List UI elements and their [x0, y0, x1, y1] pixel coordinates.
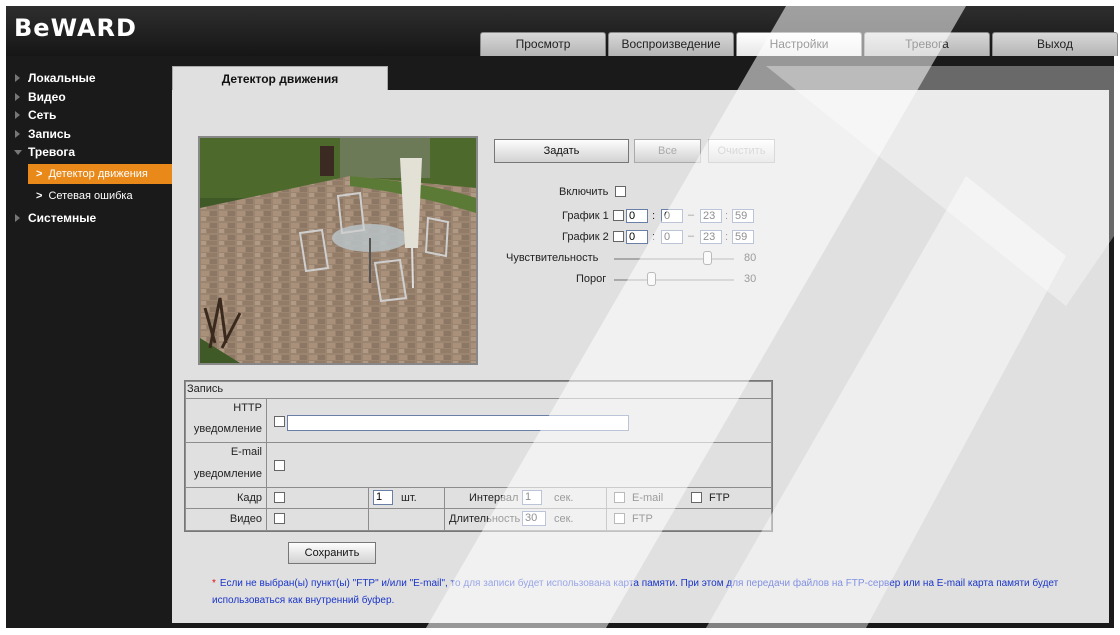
- duration-unit: сек.: [554, 513, 574, 525]
- chevron-right-icon: >: [36, 167, 43, 180]
- threshold-slider-track[interactable]: [614, 279, 734, 281]
- schedule2-end-minute[interactable]: 59: [732, 230, 754, 244]
- schedule2-label: График 2: [562, 231, 609, 243]
- content-panel: Задать Все Очистить Включить График 1 0 …: [172, 90, 1109, 623]
- chevron-right-icon: >: [36, 189, 43, 202]
- range-dash: –: [688, 209, 695, 221]
- schedule1-checkbox[interactable]: [613, 210, 624, 221]
- http-notify-url-input[interactable]: [287, 415, 629, 431]
- threshold-slider-handle[interactable]: [647, 272, 657, 286]
- save-button[interactable]: Сохранить: [288, 542, 376, 564]
- clear-button[interactable]: Очистить: [708, 139, 775, 163]
- interval-label: Интервал: [469, 492, 519, 504]
- schedule1-start-hour[interactable]: 0: [626, 209, 648, 223]
- video-empty-cell: [368, 508, 445, 531]
- colon-sep: :: [725, 210, 729, 222]
- frame-checkbox[interactable]: [274, 492, 285, 503]
- schedule2-checkbox[interactable]: [613, 231, 624, 242]
- sidebar: Локальные Видео Сеть Запись Тревога > Дет…: [6, 56, 172, 628]
- frame-email-checkbox[interactable]: [614, 492, 625, 503]
- interval-unit: сек.: [554, 492, 574, 504]
- patio-scene-image: [200, 138, 476, 363]
- video-dest-cell: [606, 508, 772, 531]
- sidebar-item-record[interactable]: Запись: [6, 125, 172, 144]
- note-asterisk: *: [212, 578, 216, 589]
- threshold-label: Порог: [576, 273, 607, 285]
- http-notify-checkbox[interactable]: [274, 416, 285, 427]
- video-checkbox[interactable]: [274, 513, 285, 524]
- schedule1-end-minute[interactable]: 59: [732, 209, 754, 223]
- frame-label: Кадр: [236, 492, 262, 504]
- top-bar: BeWARD Просмотр Воспроизведение Настройк…: [6, 6, 1118, 56]
- sidebar-subitem-motion-detector[interactable]: > Детектор движения: [28, 163, 172, 184]
- camera-preview[interactable]: [198, 136, 478, 365]
- sensitivity-label: Чувствительность: [506, 252, 599, 264]
- schedule1-label: График 1: [562, 210, 609, 222]
- schedule1-end-hour[interactable]: 23: [700, 209, 722, 223]
- record-table: Запись HTTP уведомление E-mail уведомлен…: [184, 380, 773, 532]
- frame-unit: шт.: [401, 492, 417, 504]
- http-label-line2: уведомление: [193, 423, 262, 435]
- schedule1-start-minute[interactable]: 0: [661, 209, 683, 223]
- sidebar-item-system[interactable]: Системные: [6, 209, 172, 228]
- sidebar-item-alarm[interactable]: Тревога: [6, 143, 172, 162]
- sensitivity-slider-track[interactable]: [614, 258, 734, 260]
- duration-input[interactable]: 30: [522, 511, 546, 526]
- arrow-right-icon: [15, 129, 20, 138]
- top-nav: Просмотр Воспроизведение Настройки Трево…: [480, 32, 1118, 56]
- arrow-down-icon: [14, 150, 22, 155]
- sensitivity-value: 80: [744, 252, 757, 264]
- note-text: Если не выбран(ы) пункт(ы) "FTP" и/или "…: [212, 578, 1059, 606]
- colon-sep: :: [725, 231, 729, 243]
- video-label: Видео: [229, 513, 262, 525]
- memory-card-note: * Если не выбран(ы) пункт(ы) "FTP" и/или …: [212, 575, 1092, 609]
- tab-view[interactable]: Просмотр: [480, 32, 606, 56]
- arrow-right-icon: [15, 92, 20, 101]
- schedule2-start-minute[interactable]: 0: [661, 230, 683, 244]
- range-dash: –: [688, 230, 695, 242]
- enable-label: Включить: [559, 186, 609, 198]
- duration-label: Длительность: [449, 513, 521, 525]
- logo: BeWARD: [14, 14, 137, 42]
- panel-tab-motion[interactable]: Детектор движения: [172, 66, 388, 90]
- video-ftp-checkbox[interactable]: [614, 513, 625, 524]
- frame-ftp-label: FTP: [709, 492, 730, 504]
- frame-count-input[interactable]: 1: [373, 490, 393, 505]
- enable-checkbox[interactable]: [615, 186, 626, 197]
- arrow-right-icon: [15, 213, 20, 222]
- video-ftp-label: FTP: [632, 513, 653, 525]
- sidebar-item-video[interactable]: Видео: [6, 88, 172, 107]
- tab-playback[interactable]: Воспроизведение: [608, 32, 734, 56]
- arrow-right-icon: [15, 74, 20, 82]
- app-frame: BeWARD Просмотр Воспроизведение Настройк…: [6, 6, 1118, 628]
- frame-ftp-checkbox[interactable]: [691, 492, 702, 503]
- tab-alarm[interactable]: Тревога: [864, 32, 990, 56]
- email-label-line1: E-mail: [230, 446, 262, 458]
- frame-dest-cell: [606, 487, 772, 509]
- email-notify-checkbox[interactable]: [274, 460, 285, 471]
- tab-settings[interactable]: Настройки: [736, 32, 862, 56]
- record-header: Запись: [187, 383, 224, 395]
- interval-input[interactable]: 1: [522, 490, 542, 505]
- select-all-button[interactable]: Все: [634, 139, 701, 163]
- threshold-value: 30: [744, 273, 757, 285]
- arrow-right-icon: [15, 111, 20, 119]
- email-value-cell: [266, 442, 772, 488]
- frame-email-label: E-mail: [632, 492, 664, 504]
- schedule2-start-hour[interactable]: 0: [626, 230, 648, 244]
- sidebar-item-local[interactable]: Локальные: [6, 69, 172, 88]
- tab-exit[interactable]: Выход: [992, 32, 1118, 56]
- sidebar-subitem-network-error[interactable]: > Сетевая ошибка: [28, 186, 172, 206]
- colon-sep: :: [652, 231, 656, 243]
- sensitivity-slider-handle[interactable]: [702, 251, 712, 265]
- set-area-button[interactable]: Задать: [494, 139, 629, 163]
- email-label-line2: уведомление: [193, 468, 262, 480]
- http-label-line1: HTTP: [233, 402, 262, 414]
- record-header-cell: [185, 381, 772, 399]
- schedule2-end-hour[interactable]: 23: [700, 230, 722, 244]
- sidebar-item-network[interactable]: Сеть: [6, 106, 172, 125]
- colon-sep: :: [652, 210, 656, 222]
